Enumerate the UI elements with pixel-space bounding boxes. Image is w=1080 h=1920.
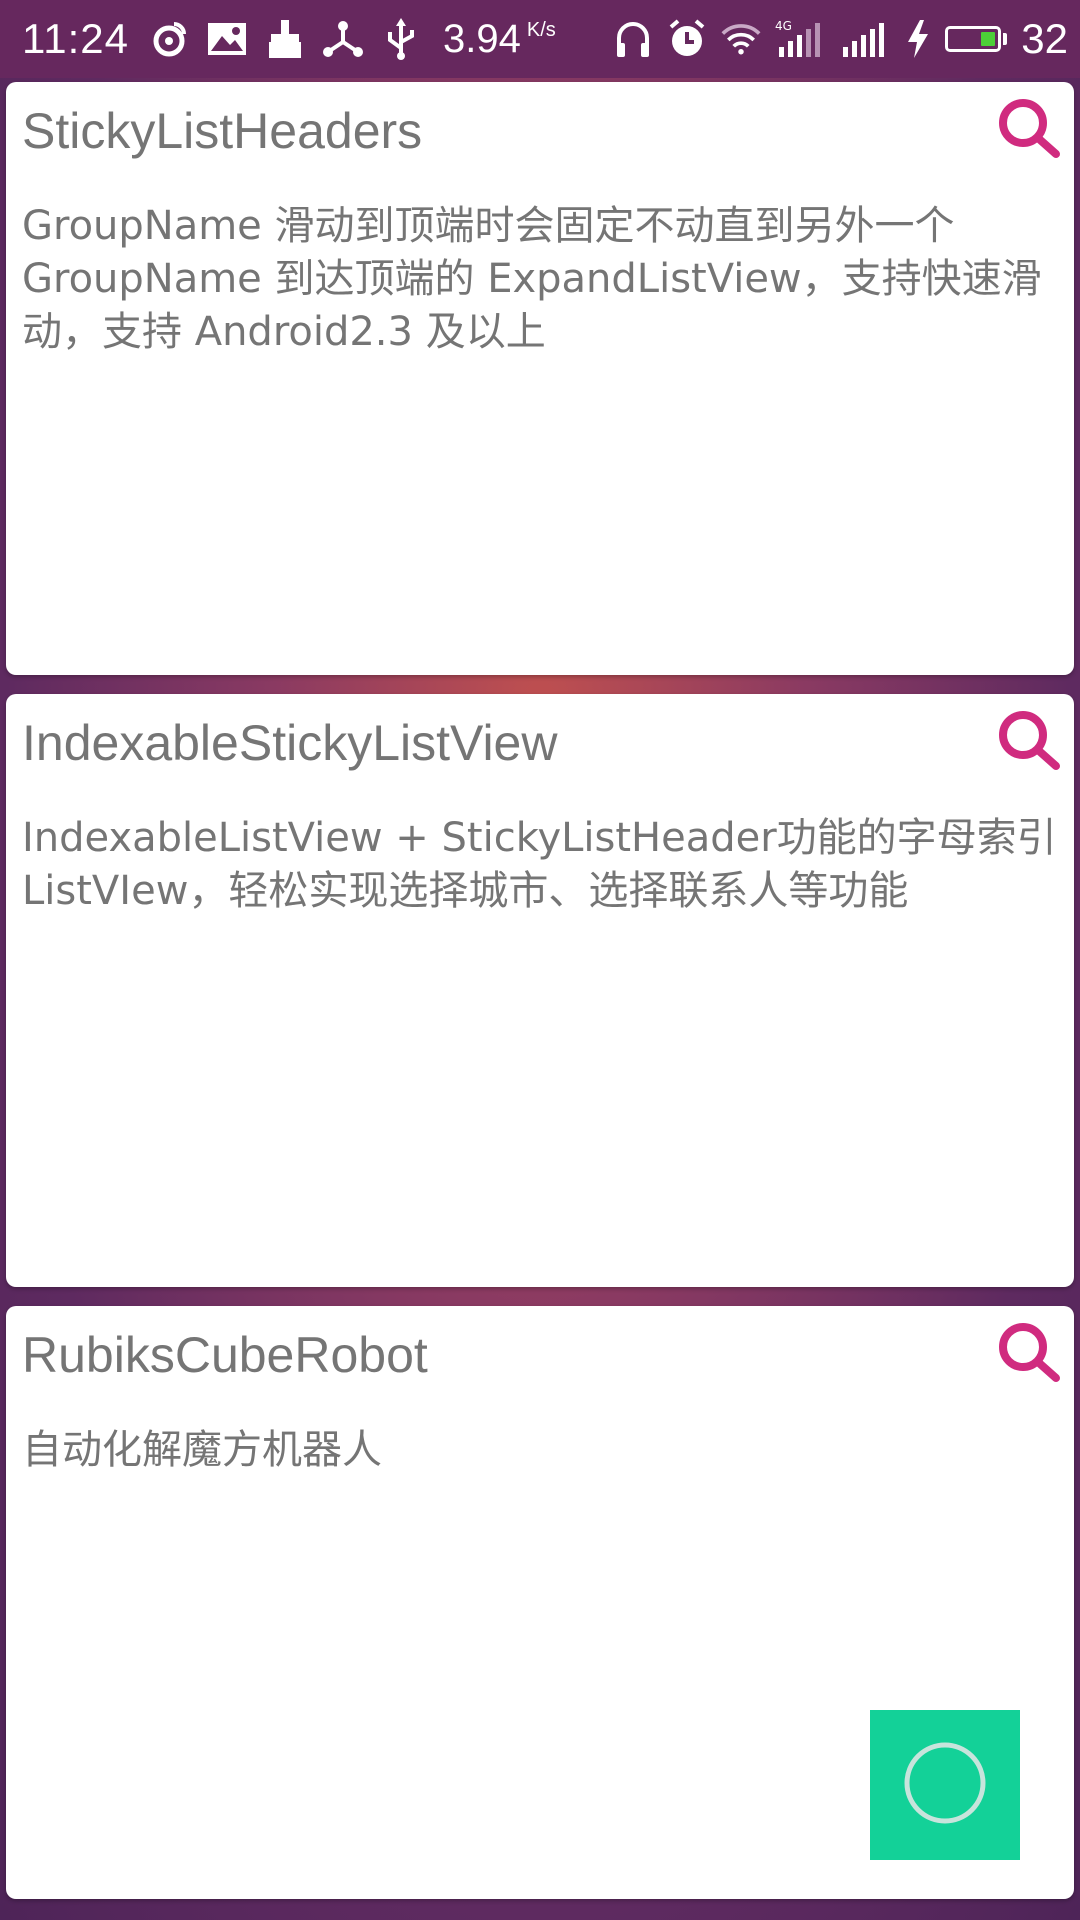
net-speed-unit: K/s [526,18,556,41]
system-icons: 4G 32 [613,15,1068,63]
card-title: RubiksCubeRobot [22,1327,428,1383]
status-time: 11:24 [22,15,129,62]
status-bar: 11:24 3.94 K/s 4G 32 [0,0,1080,78]
net-speed-value: 3.94 [443,16,521,61]
project-card[interactable]: StickyListHeaders GroupName 滑动到顶端时会固定不动直… [6,82,1074,675]
search-icon[interactable] [996,708,1062,774]
share-icon [323,19,363,59]
signal-4g-icon: 4G [775,19,827,59]
search-icon[interactable] [996,96,1062,162]
signal-icon [841,19,891,59]
card-description: IndexableListView + StickyListHeader功能的字… [22,815,1057,914]
circle-icon [902,1740,988,1830]
battery-tip [1003,33,1008,45]
weibo-icon [149,19,189,59]
charging-icon [905,19,931,59]
image-icon [207,19,247,59]
broom-icon [265,19,305,59]
card-title: IndexableStickyListView [22,715,558,771]
net-speed: 3.94 K/s [443,17,556,62]
battery-fill [981,32,996,46]
floating-action-button[interactable] [870,1710,1020,1860]
card-description: 自动化解魔方机器人 [22,1427,382,1473]
battery-body [945,26,1002,52]
search-icon[interactable] [996,1320,1062,1386]
card-title: StickyListHeaders [22,103,423,159]
card-description: GroupName 滑动到顶端时会固定不动直到另外一个GroupName 到达顶… [22,203,1042,355]
network-type-label: 4G [775,19,792,33]
notification-icons [149,18,421,60]
headphones-icon [613,19,653,59]
battery-level: 32 [1021,15,1068,62]
wifi-icon [721,19,761,59]
project-card[interactable]: IndexableStickyListView IndexableListVie… [6,694,1074,1287]
battery-icon [945,26,1008,52]
usb-icon [381,18,421,60]
alarm-icon [667,19,707,59]
